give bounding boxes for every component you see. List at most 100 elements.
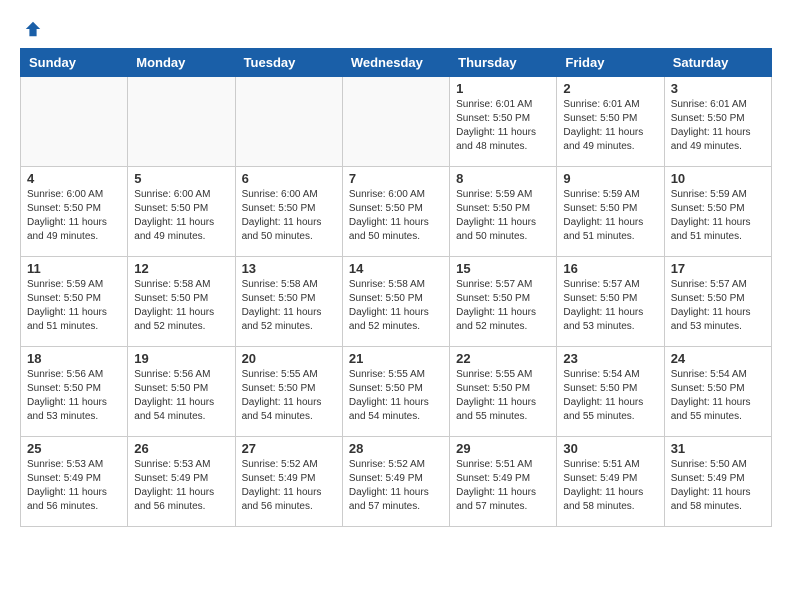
- day-number: 6: [242, 171, 336, 186]
- calendar-cell: [21, 77, 128, 167]
- calendar-week-5: 25 Sunrise: 5:53 AM Sunset: 5:49 PM Dayli…: [21, 437, 772, 527]
- day-info: Sunrise: 6:01 AM Sunset: 5:50 PM Dayligh…: [456, 98, 550, 154]
- day-info: Sunrise: 5:54 AM Sunset: 5:50 PM Dayligh…: [563, 368, 657, 424]
- calendar-cell: 23 Sunrise: 5:54 AM Sunset: 5:50 PM Dayli…: [557, 347, 664, 437]
- day-number: 5: [134, 171, 228, 186]
- page-header: [20, 20, 772, 38]
- day-number: 9: [563, 171, 657, 186]
- calendar-header-thursday: Thursday: [450, 49, 557, 77]
- day-number: 8: [456, 171, 550, 186]
- calendar-cell: 13Sunrise: 5:58 AM Sunset: 5:50 PM Dayli…: [235, 257, 342, 347]
- day-number: 3: [671, 81, 765, 96]
- day-number: 10: [671, 171, 765, 186]
- calendar-table: SundayMondayTuesdayWednesdayThursdayFrid…: [20, 48, 772, 527]
- calendar-week-3: 11 Sunrise: 5:59 AM Sunset: 5:50 PM Dayli…: [21, 257, 772, 347]
- calendar-cell: 14 Sunrise: 5:58 AM Sunset: 5:50 PM Dayli…: [342, 257, 449, 347]
- day-info: Sunrise: 5:56 AM Sunset: 5:50 PM Dayligh…: [27, 368, 121, 424]
- day-number: 2: [563, 81, 657, 96]
- calendar-cell: 18 Sunrise: 5:56 AM Sunset: 5:50 PM Dayli…: [21, 347, 128, 437]
- calendar-cell: [235, 77, 342, 167]
- calendar-header-sunday: Sunday: [21, 49, 128, 77]
- day-number: 21: [349, 351, 443, 366]
- calendar-cell: 5Sunrise: 6:00 AM Sunset: 5:50 PM Daylig…: [128, 167, 235, 257]
- day-info: Sunrise: 6:00 AM Sunset: 5:50 PM Dayligh…: [349, 188, 443, 244]
- day-number: 1: [456, 81, 550, 96]
- day-info: Sunrise: 5:53 AM Sunset: 5:49 PM Dayligh…: [134, 458, 228, 514]
- day-number: 23: [563, 351, 657, 366]
- logo-icon: [24, 20, 42, 38]
- day-info: Sunrise: 5:55 AM Sunset: 5:50 PM Dayligh…: [349, 368, 443, 424]
- calendar-cell: 29 Sunrise: 5:51 AM Sunset: 5:49 PM Dayli…: [450, 437, 557, 527]
- calendar-cell: 6 Sunrise: 6:00 AM Sunset: 5:50 PM Daylig…: [235, 167, 342, 257]
- day-info: Sunrise: 5:59 AM Sunset: 5:50 PM Dayligh…: [563, 188, 657, 244]
- day-number: 14: [349, 261, 443, 276]
- day-info: Sunrise: 5:57 AM Sunset: 5:50 PM Dayligh…: [456, 278, 550, 334]
- calendar-cell: 28Sunrise: 5:52 AM Sunset: 5:49 PM Dayli…: [342, 437, 449, 527]
- day-info: Sunrise: 5:57 AM Sunset: 5:50 PM Dayligh…: [671, 278, 765, 334]
- calendar-cell: 11 Sunrise: 5:59 AM Sunset: 5:50 PM Dayli…: [21, 257, 128, 347]
- calendar-cell: 20 Sunrise: 5:55 AM Sunset: 5:50 PM Dayli…: [235, 347, 342, 437]
- calendar-week-2: 4 Sunrise: 6:00 AM Sunset: 5:50 PM Daylig…: [21, 167, 772, 257]
- day-number: 31: [671, 441, 765, 456]
- calendar-cell: [128, 77, 235, 167]
- day-info: Sunrise: 5:54 AM Sunset: 5:50 PM Dayligh…: [671, 368, 765, 424]
- calendar-cell: 10 Sunrise: 5:59 AM Sunset: 5:50 PM Dayli…: [664, 167, 771, 257]
- day-number: 20: [242, 351, 336, 366]
- calendar-cell: 30 Sunrise: 5:51 AM Sunset: 5:49 PM Dayli…: [557, 437, 664, 527]
- calendar-cell: 31 Sunrise: 5:50 AM Sunset: 5:49 PM Dayli…: [664, 437, 771, 527]
- calendar-cell: 22 Sunrise: 5:55 AM Sunset: 5:50 PM Dayli…: [450, 347, 557, 437]
- calendar-cell: 16 Sunrise: 5:57 AM Sunset: 5:50 PM Dayli…: [557, 257, 664, 347]
- day-number: 25: [27, 441, 121, 456]
- day-number: 22: [456, 351, 550, 366]
- day-info: Sunrise: 6:01 AM Sunset: 5:50 PM Dayligh…: [563, 98, 657, 154]
- day-info: Sunrise: 6:01 AM Sunset: 5:50 PM Dayligh…: [671, 98, 765, 154]
- day-number: 24: [671, 351, 765, 366]
- day-number: 15: [456, 261, 550, 276]
- day-number: 30: [563, 441, 657, 456]
- calendar-week-4: 18 Sunrise: 5:56 AM Sunset: 5:50 PM Dayli…: [21, 347, 772, 437]
- day-info: Sunrise: 5:57 AM Sunset: 5:50 PM Dayligh…: [563, 278, 657, 334]
- day-info: Sunrise: 5:50 AM Sunset: 5:49 PM Dayligh…: [671, 458, 765, 514]
- calendar-cell: 4 Sunrise: 6:00 AM Sunset: 5:50 PM Daylig…: [21, 167, 128, 257]
- day-info: Sunrise: 5:55 AM Sunset: 5:50 PM Dayligh…: [456, 368, 550, 424]
- day-info: Sunrise: 5:59 AM Sunset: 5:50 PM Dayligh…: [27, 278, 121, 334]
- calendar-cell: 12 Sunrise: 5:58 AM Sunset: 5:50 PM Dayli…: [128, 257, 235, 347]
- day-number: 28: [349, 441, 443, 456]
- logo: [20, 20, 42, 38]
- day-number: 16: [563, 261, 657, 276]
- day-info: Sunrise: 5:55 AM Sunset: 5:50 PM Dayligh…: [242, 368, 336, 424]
- day-number: 17: [671, 261, 765, 276]
- day-info: Sunrise: 5:51 AM Sunset: 5:49 PM Dayligh…: [563, 458, 657, 514]
- calendar-cell: 2 Sunrise: 6:01 AM Sunset: 5:50 PM Daylig…: [557, 77, 664, 167]
- calendar-cell: 21 Sunrise: 5:55 AM Sunset: 5:50 PM Dayli…: [342, 347, 449, 437]
- day-number: 26: [134, 441, 228, 456]
- calendar-header-row: SundayMondayTuesdayWednesdayThursdayFrid…: [21, 49, 772, 77]
- day-info: Sunrise: 5:51 AM Sunset: 5:49 PM Dayligh…: [456, 458, 550, 514]
- day-info: Sunrise: 5:53 AM Sunset: 5:49 PM Dayligh…: [27, 458, 121, 514]
- calendar-cell: 25 Sunrise: 5:53 AM Sunset: 5:49 PM Dayli…: [21, 437, 128, 527]
- calendar-header-wednesday: Wednesday: [342, 49, 449, 77]
- calendar-cell: [342, 77, 449, 167]
- day-number: 11: [27, 261, 121, 276]
- calendar-cell: 3 Sunrise: 6:01 AM Sunset: 5:50 PM Daylig…: [664, 77, 771, 167]
- day-number: 18: [27, 351, 121, 366]
- day-number: 29: [456, 441, 550, 456]
- calendar-cell: 8 Sunrise: 5:59 AM Sunset: 5:50 PM Daylig…: [450, 167, 557, 257]
- day-info: Sunrise: 5:58 AM Sunset: 5:50 PM Dayligh…: [349, 278, 443, 334]
- day-info: Sunrise: 6:00 AM Sunset: 5:50 PM Dayligh…: [27, 188, 121, 244]
- day-info: Sunrise: 5:58 AM Sunset: 5:50 PM Dayligh…: [134, 278, 228, 334]
- calendar-cell: 19Sunrise: 5:56 AM Sunset: 5:50 PM Dayli…: [128, 347, 235, 437]
- day-number: 4: [27, 171, 121, 186]
- calendar-cell: 7Sunrise: 6:00 AM Sunset: 5:50 PM Daylig…: [342, 167, 449, 257]
- day-info: Sunrise: 5:59 AM Sunset: 5:50 PM Dayligh…: [671, 188, 765, 244]
- calendar-header-friday: Friday: [557, 49, 664, 77]
- calendar-week-1: 1 Sunrise: 6:01 AM Sunset: 5:50 PM Daylig…: [21, 77, 772, 167]
- calendar-cell: 1 Sunrise: 6:01 AM Sunset: 5:50 PM Daylig…: [450, 77, 557, 167]
- day-number: 27: [242, 441, 336, 456]
- calendar-cell: 27Sunrise: 5:52 AM Sunset: 5:49 PM Dayli…: [235, 437, 342, 527]
- calendar-cell: 15 Sunrise: 5:57 AM Sunset: 5:50 PM Dayli…: [450, 257, 557, 347]
- day-info: Sunrise: 6:00 AM Sunset: 5:50 PM Dayligh…: [242, 188, 336, 244]
- calendar-cell: 9 Sunrise: 5:59 AM Sunset: 5:50 PM Daylig…: [557, 167, 664, 257]
- day-info: Sunrise: 5:59 AM Sunset: 5:50 PM Dayligh…: [456, 188, 550, 244]
- day-number: 12: [134, 261, 228, 276]
